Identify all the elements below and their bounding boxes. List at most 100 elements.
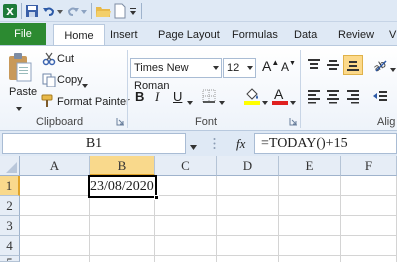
cell[interactable] [155,216,217,236]
align-middle-icon[interactable] [325,57,341,73]
column-header-b[interactable]: B [90,156,155,176]
cell[interactable] [155,196,217,216]
cell[interactable] [20,236,90,256]
decrease-indent-icon[interactable] [372,88,388,104]
cell[interactable] [279,256,341,262]
cell[interactable] [217,176,279,196]
fill-handle[interactable] [154,195,159,200]
cell[interactable] [217,236,279,256]
clipboard-launcher-icon[interactable] [116,117,125,126]
tab-view[interactable]: V [389,24,396,46]
cell[interactable] [217,256,279,262]
tab-home[interactable]: Home [53,24,105,47]
bold-button[interactable]: B [135,89,144,104]
format-painter-button[interactable]: Format Painter [57,96,130,108]
row-header-2[interactable]: 2 [0,196,20,216]
formula-bar-grip-icon[interactable] [213,137,216,150]
tab-formulas[interactable]: Formulas [232,24,278,46]
cell-b1[interactable]: 23/08/2020 [88,175,159,200]
name-box-dropdown-icon[interactable] [190,141,197,150]
align-left-icon[interactable] [306,88,322,104]
customize-qat-icon[interactable] [129,3,137,19]
font-launcher-icon[interactable] [289,117,298,126]
grow-font-button[interactable]: A▲ [262,58,279,74]
column-header-c[interactable]: C [155,156,217,176]
paste-button[interactable]: Paste [9,86,37,98]
cell[interactable] [279,236,341,256]
cell[interactable] [279,176,341,196]
cell[interactable] [341,216,397,236]
row-header-4[interactable]: 4 [0,236,20,256]
paste-dropdown-icon[interactable] [16,102,22,111]
cell[interactable] [155,236,217,256]
tab-file[interactable]: File [0,23,46,46]
tab-insert[interactable]: Insert [110,24,138,46]
cell[interactable] [90,196,155,216]
column-header-e[interactable]: E [279,156,341,176]
column-header-d[interactable]: D [217,156,279,176]
tab-review[interactable]: Review [338,24,374,46]
new-document-icon[interactable] [114,3,126,19]
cell[interactable] [217,196,279,216]
cell[interactable] [20,176,90,196]
open-folder-icon[interactable] [95,3,111,19]
font-family-select[interactable]: Times New Roman [130,58,222,92]
redo-icon[interactable] [66,3,80,19]
font-size-select[interactable]: 12 [223,58,256,78]
italic-button[interactable]: I [155,89,159,105]
font-color-dropdown-icon[interactable] [290,96,296,105]
excel-logo-icon[interactable]: X [3,3,17,19]
tab-data[interactable]: Data [294,24,317,46]
fill-color-icon[interactable] [244,87,260,105]
cut-icon[interactable] [42,52,56,66]
align-top-icon[interactable] [306,57,322,73]
paste-icon[interactable] [7,51,33,85]
cell[interactable] [20,256,90,262]
underline-button[interactable]: U [173,89,182,104]
cell[interactable] [155,256,217,262]
redo-dropdown-icon[interactable] [81,3,87,19]
cell[interactable] [341,256,397,262]
cell[interactable] [341,196,397,216]
row-header-3[interactable]: 3 [0,216,20,236]
orientation-icon[interactable]: ab [372,57,388,75]
shrink-font-button[interactable]: A▼ [281,60,296,74]
cell[interactable] [341,236,397,256]
row-header-5[interactable]: 5 [0,256,20,262]
cell[interactable] [279,196,341,216]
cell[interactable] [20,196,90,216]
cell[interactable] [90,236,155,256]
copy-button[interactable]: Copy [57,74,83,86]
cell[interactable] [90,256,155,262]
align-right-icon[interactable] [345,88,361,104]
align-bottom-icon[interactable] [343,55,363,75]
column-header-f[interactable]: F [341,156,397,176]
font-color-button[interactable]: A [272,86,288,105]
copy-icon[interactable] [42,73,56,88]
cell[interactable] [217,216,279,236]
format-painter-icon[interactable] [41,94,55,108]
tab-page-layout[interactable]: Page Layout [158,24,220,46]
column-header-a[interactable]: A [20,156,90,176]
align-center-icon[interactable] [325,88,341,104]
underline-dropdown-icon[interactable] [187,96,193,105]
cell[interactable] [155,176,217,196]
row-header-1[interactable]: 1 [0,176,20,196]
save-icon[interactable] [25,3,39,19]
cut-button[interactable]: Cut [57,53,74,65]
cell[interactable] [90,216,155,236]
select-all-corner[interactable] [0,156,20,176]
name-box[interactable]: B1 [2,133,186,154]
cell[interactable] [279,216,341,236]
cell[interactable] [20,216,90,236]
cell[interactable] [341,176,397,196]
formula-input[interactable]: =TODAY()+15 [254,133,397,154]
undo-dropdown-icon[interactable] [57,3,63,19]
copy-dropdown-icon[interactable] [82,79,88,88]
borders-icon[interactable] [202,89,216,103]
fill-color-dropdown-icon[interactable] [262,96,268,105]
orientation-dropdown-icon[interactable] [390,63,396,72]
insert-function-button[interactable]: fx [236,136,245,152]
borders-dropdown-icon[interactable] [219,96,225,105]
undo-icon[interactable] [42,3,56,19]
